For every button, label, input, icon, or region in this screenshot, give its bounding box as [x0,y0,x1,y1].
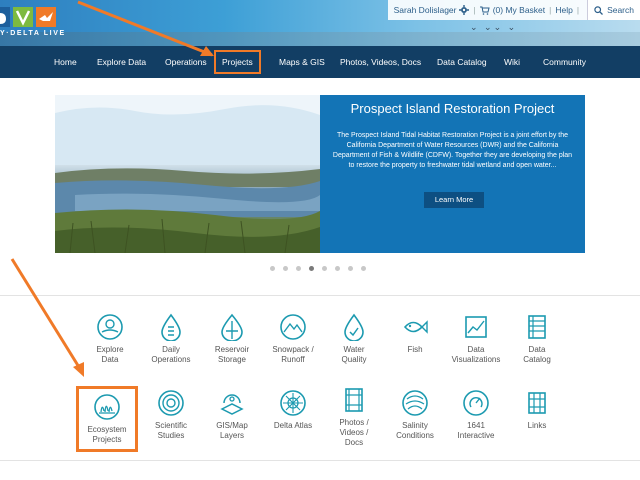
film-icon [345,388,363,412]
tile-scientific-studies[interactable]: Scientific Studies [140,389,202,441]
learn-more-button[interactable]: Learn More [424,192,484,208]
tile-water-quality[interactable]: Water Quality [323,313,385,365]
tile-reservoir-storage[interactable]: Reservoir Storage [201,313,263,365]
drop-check-icon [344,313,364,341]
tile-data-visualizations[interactable]: Data Visualizations [445,313,507,365]
carousel-dot[interactable] [296,266,301,271]
search-label: Search [607,5,634,15]
carousel-dot[interactable] [348,266,353,271]
header-hills-graphic [0,32,640,46]
hero-wetland-photo [55,95,320,253]
water-drop-icon [161,313,181,341]
carousel-dots [270,266,366,271]
hero-description: The Prospect Island Tidal Habitat Restor… [332,132,573,169]
carousel-dot[interactable] [322,266,327,271]
carousel-dot-active[interactable] [309,266,314,271]
mountain-icon [280,314,306,340]
gear-icon [459,5,470,15]
hero-carousel: Prospect Island Restoration Project The … [55,95,585,253]
nav-wiki[interactable]: Wiki [504,46,520,78]
tile-links[interactable]: Links [506,389,568,431]
hero-title: Prospect Island Restoration Project [350,101,555,116]
carousel-dot[interactable] [283,266,288,271]
logo-drop-icon [0,7,10,27]
nav-community[interactable]: Community [543,46,586,78]
tile-explore-data[interactable]: Explore Data [79,313,141,365]
separator: | [549,5,552,15]
tile-label: Daily Operations [151,345,191,364]
tile-label: 1641 Interactive [457,421,495,440]
catalog-icon [528,315,546,339]
search-box[interactable]: Search [587,0,640,20]
tile-label: Explore Data [96,345,124,364]
tile-label: Salinity Conditions [396,421,434,440]
tile-label: Data Catalog [523,345,551,364]
tile-delta-atlas[interactable]: Delta Atlas [262,389,324,431]
nav-photos-videos-docs[interactable]: Photos, Videos, Docs [340,46,421,78]
nav-home[interactable]: Home [54,46,77,78]
carousel-dot[interactable] [361,266,366,271]
tile-gis-map-layers[interactable]: GIS/Map Layers [201,389,263,441]
cart-icon [479,6,490,15]
compass-icon [280,390,306,416]
separator: | [576,5,580,15]
tile-snowpack-runoff[interactable]: Snowpack / Runoff [262,313,324,365]
section-divider [0,295,640,296]
separator: | [473,5,476,15]
nav-projects[interactable]: Projects [214,50,261,74]
logo-text: Y·DELTA LIVE [0,30,66,37]
tile-daily-operations[interactable]: Daily Operations [140,313,202,365]
tile-label: Snowpack / Runoff [272,345,314,364]
main-nav: Home Explore Data Operations Projects Ma… [0,46,640,78]
nav-operations[interactable]: Operations [165,46,207,78]
search-icon [594,5,604,15]
chart-icon [465,316,487,338]
page: Y·DELTA LIVE ⌄ ⌄⌄ ⌄ Sarah Dolislager | (… [0,0,640,480]
tile-1641-interactive[interactable]: 1641 Interactive [445,389,507,441]
tile-label: Data Visualizations [451,345,501,364]
tile-ecosystem-projects[interactable]: Ecosystem Projects [76,386,138,452]
nav-data-catalog[interactable]: Data Catalog [437,46,487,78]
tile-label: Photos / Videos / Docs [339,418,369,447]
user-name: Sarah Dolislager [393,5,457,15]
user-menu[interactable]: Sarah Dolislager [394,5,470,15]
fish-icon [403,320,428,334]
nav-explore-data[interactable]: Explore Data [97,46,146,78]
logo-leaf-icon [13,7,33,27]
target-icon [158,390,184,416]
reservoir-icon [221,313,243,341]
tile-label: Scientific Studies [154,421,187,440]
carousel-dot[interactable] [270,266,275,271]
birds-graphic: ⌄ ⌄⌄ ⌄ [470,22,518,32]
tile-label: Water Quality [341,345,367,364]
hero-text-panel: Prospect Island Restoration Project The … [320,95,585,253]
section-divider [0,460,640,461]
carousel-dot[interactable] [335,266,340,271]
tile-salinity-conditions[interactable]: Salinity Conditions [384,389,446,441]
layers-icon [220,394,244,415]
map-pin-icon [97,314,123,340]
ecosystem-icon [94,394,120,420]
help-link[interactable]: Help [555,5,572,15]
tile-label: Delta Atlas [273,421,313,430]
tile-label: Links [527,421,547,430]
tile-label: Reservoir Storage [214,345,250,364]
tile-data-catalog[interactable]: Data Catalog [506,313,568,365]
site-logo[interactable] [0,7,56,27]
nav-maps-gis[interactable]: Maps & GIS [279,46,325,78]
arrow-to-ecosystem [10,258,84,373]
tile-label: GIS/Map Layers [216,421,248,440]
gauge-icon [463,390,489,416]
links-icon [528,392,546,414]
salinity-icon [402,390,428,416]
tile-photos-videos-docs[interactable]: Photos / Videos / Docs [323,386,385,448]
tile-label: Ecosystem Projects [87,425,127,444]
user-bar: Sarah Dolislager | (0) My Basket | Help … [387,0,640,20]
basket-label: (0) My Basket [492,5,546,15]
tile-label: Fish [407,345,423,354]
logo-bird-icon [36,7,56,27]
site-header: Y·DELTA LIVE ⌄ ⌄⌄ ⌄ Sarah Dolislager | (… [0,0,640,46]
basket-link[interactable]: (0) My Basket [479,5,546,15]
tile-fish[interactable]: Fish [384,313,446,355]
